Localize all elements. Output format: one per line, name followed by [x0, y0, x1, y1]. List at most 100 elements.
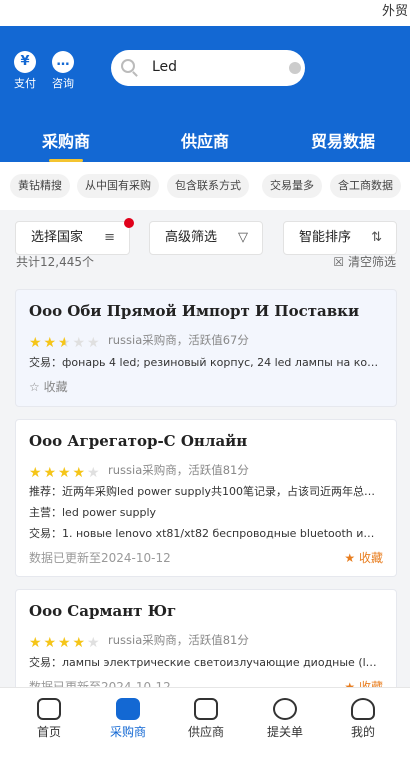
store-icon [194, 698, 218, 720]
sort-icon: ⇅ [371, 230, 382, 245]
notification-dot [124, 218, 134, 228]
tag-item[interactable]: 包含联系方式 [167, 174, 249, 198]
consult-button[interactable]: … 咨询 [46, 51, 80, 91]
smart-sort-button[interactable]: 智能排序 ⇅ [283, 221, 397, 255]
close-box-icon: ☒ [333, 255, 348, 269]
company-meta: russia采购商，活跃值81分 [108, 633, 249, 647]
tab-buyers-label: 采购商 [42, 132, 91, 151]
smart-sort-label: 智能排序 [299, 230, 352, 245]
nav-bills-label: 提关单 [266, 725, 303, 739]
search-box[interactable] [111, 50, 305, 86]
line-text: led power supply [62, 506, 157, 519]
rating-stars: ★ ★ ★ ★ ★ [29, 332, 102, 351]
funnel-icon: ▽ [238, 230, 248, 245]
company-meta: russia采购商，活跃值67分 [108, 333, 249, 347]
home-icon [37, 698, 61, 720]
star-icon: ★ [29, 335, 42, 351]
line-key: 推荐： [29, 485, 62, 498]
tag-item[interactable]: 交易量多 [262, 174, 322, 198]
clear-filters-label: 清空筛选 [347, 255, 396, 269]
main-tabs: 采购商 供应商 贸易数据 [0, 124, 410, 162]
company-name: Ooo Оби Прямой Импорт И Поставки [29, 302, 360, 320]
quick-filter-tags: 黄钻精搜 从中国有采购 包含联系方式 交易量多 含工商数据 [0, 162, 410, 210]
tag-item[interactable]: 从中国有采购 [77, 174, 159, 198]
favorite-button[interactable]: ☆ 收藏 [29, 378, 68, 395]
bottom-nav: 首页 采购商 供应商 提关单 我的 [0, 687, 410, 762]
buyer-card[interactable]: Ooo Агрегатор-С Онлайн ★ ★ ★ ★ ★ russia采购商，活… [15, 419, 397, 577]
search-input[interactable] [152, 59, 282, 75]
tag-item[interactable]: 含工商数据 [330, 174, 401, 198]
nav-home-label: 首页 [36, 725, 61, 739]
buyer-card[interactable]: Ooo Оби Прямой Импорт И Поставки ★ ★ ★ ★ ★ r… [15, 289, 397, 407]
consult-label: 咨询 [52, 77, 74, 90]
tab-trade-data[interactable]: 贸易数据 [311, 128, 375, 152]
trade-line: 交易：фонарь 4 led; резиновый корпус, 24 le… [29, 354, 379, 370]
chat-icon: … [52, 51, 74, 73]
line-key: 交易： [29, 527, 62, 540]
select-country-label: 选择国家 [31, 230, 84, 245]
star-icon: ★ [58, 465, 71, 481]
main-business-line: 主营：led power supply [29, 504, 379, 520]
pay-button[interactable]: ¥ 支付 [8, 51, 42, 91]
star-icon: ★ [72, 335, 86, 351]
star-icon: ★ [43, 465, 57, 481]
nav-buyers[interactable]: 采购商 [98, 698, 158, 740]
nav-buyers-label: 采购商 [109, 725, 146, 739]
company-meta: russia采购商，活跃值81分 [108, 463, 249, 477]
tab-suppliers-label: 供应商 [181, 132, 230, 151]
tab-trade-data-label: 贸易数据 [311, 132, 376, 151]
star-icon: ★ [43, 635, 57, 651]
advanced-filter-button[interactable]: 高级筛选 ▽ [149, 221, 263, 255]
nav-mine-label: 我的 [350, 725, 375, 739]
result-count: 共计12,445个 [16, 255, 94, 269]
line-key: 交易： [29, 656, 62, 669]
line-text: фонарь 4 led; резиновый корпус, 24 led л… [62, 356, 379, 369]
user-icon [351, 698, 375, 720]
advanced-filter-label: 高级筛选 [165, 230, 218, 245]
status-bar: 外贸 [0, 0, 410, 26]
line-key: 交易： [29, 356, 62, 369]
search-icon [121, 59, 135, 73]
tab-suppliers[interactable]: 供应商 [181, 128, 229, 152]
star-icon: ★ [43, 335, 57, 351]
company-name: Ooo Агрегатор-С Онлайн [29, 432, 248, 450]
updated-date: 数据已更新至2024-10-12 [29, 551, 171, 565]
star-icon: ★ [87, 335, 100, 351]
star-icon: ★ [87, 465, 100, 481]
nav-suppliers[interactable]: 供应商 [176, 698, 236, 740]
line-text: 1. новые lenovo xt81/xt82 беспроводные b… [62, 527, 379, 540]
nav-home[interactable]: 首页 [19, 698, 79, 740]
pay-label: 支付 [14, 77, 36, 90]
tab-buyers[interactable]: 采购商 [42, 128, 91, 162]
cart-icon [116, 698, 140, 720]
tag-item[interactable]: 黄钻精搜 [10, 174, 70, 198]
clear-search-icon[interactable] [289, 62, 301, 74]
rating-stars: ★ ★ ★ ★ ★ [29, 462, 102, 481]
nav-bills[interactable]: 提关单 [255, 698, 315, 740]
nav-suppliers-label: 供应商 [187, 725, 224, 739]
select-country-button[interactable]: 选择国家 ≡ [15, 221, 130, 255]
trade-line: 交易：1. новые lenovo xt81/xt82 беспроводны… [29, 525, 379, 541]
app-header: ¥ 支付 … 咨询 采购商 供应商 贸易数据 [0, 26, 410, 162]
star-icon: ★ [29, 635, 42, 651]
company-name: Ooo Сармант Юг [29, 602, 177, 620]
yen-icon: ¥ [14, 51, 36, 73]
star-icon: ★ [29, 465, 42, 481]
line-key: 主营： [29, 506, 62, 519]
chart-icon [273, 698, 297, 720]
rating-stars: ★ ★ ★ ★ ★ [29, 632, 102, 651]
favorite-button[interactable]: ★ 收藏 [344, 549, 383, 566]
star-icon: ★ [58, 635, 71, 651]
line-text: лампы электрические светоизлучающие диод… [62, 656, 379, 669]
star-icon: ★ [87, 635, 100, 651]
star-icon: ★ [72, 465, 86, 481]
star-half-icon: ★ [58, 335, 71, 351]
star-icon: ★ [72, 635, 86, 651]
line-text: 近两年采购led power supply共100笔记录，占该司近两年总采购量 [62, 485, 379, 498]
menu-icon: ≡ [104, 230, 115, 245]
clear-filters-link[interactable]: ☒ 清空筛选 [333, 253, 396, 270]
recommend-line: 推荐：近两年采购led power supply共100笔记录，占该司近两年总采… [29, 483, 379, 499]
nav-mine[interactable]: 我的 [333, 698, 393, 740]
trade-line: 交易：лампы электрические светоизлучающие д… [29, 654, 379, 670]
status-right-text: 外贸 [381, 4, 408, 19]
